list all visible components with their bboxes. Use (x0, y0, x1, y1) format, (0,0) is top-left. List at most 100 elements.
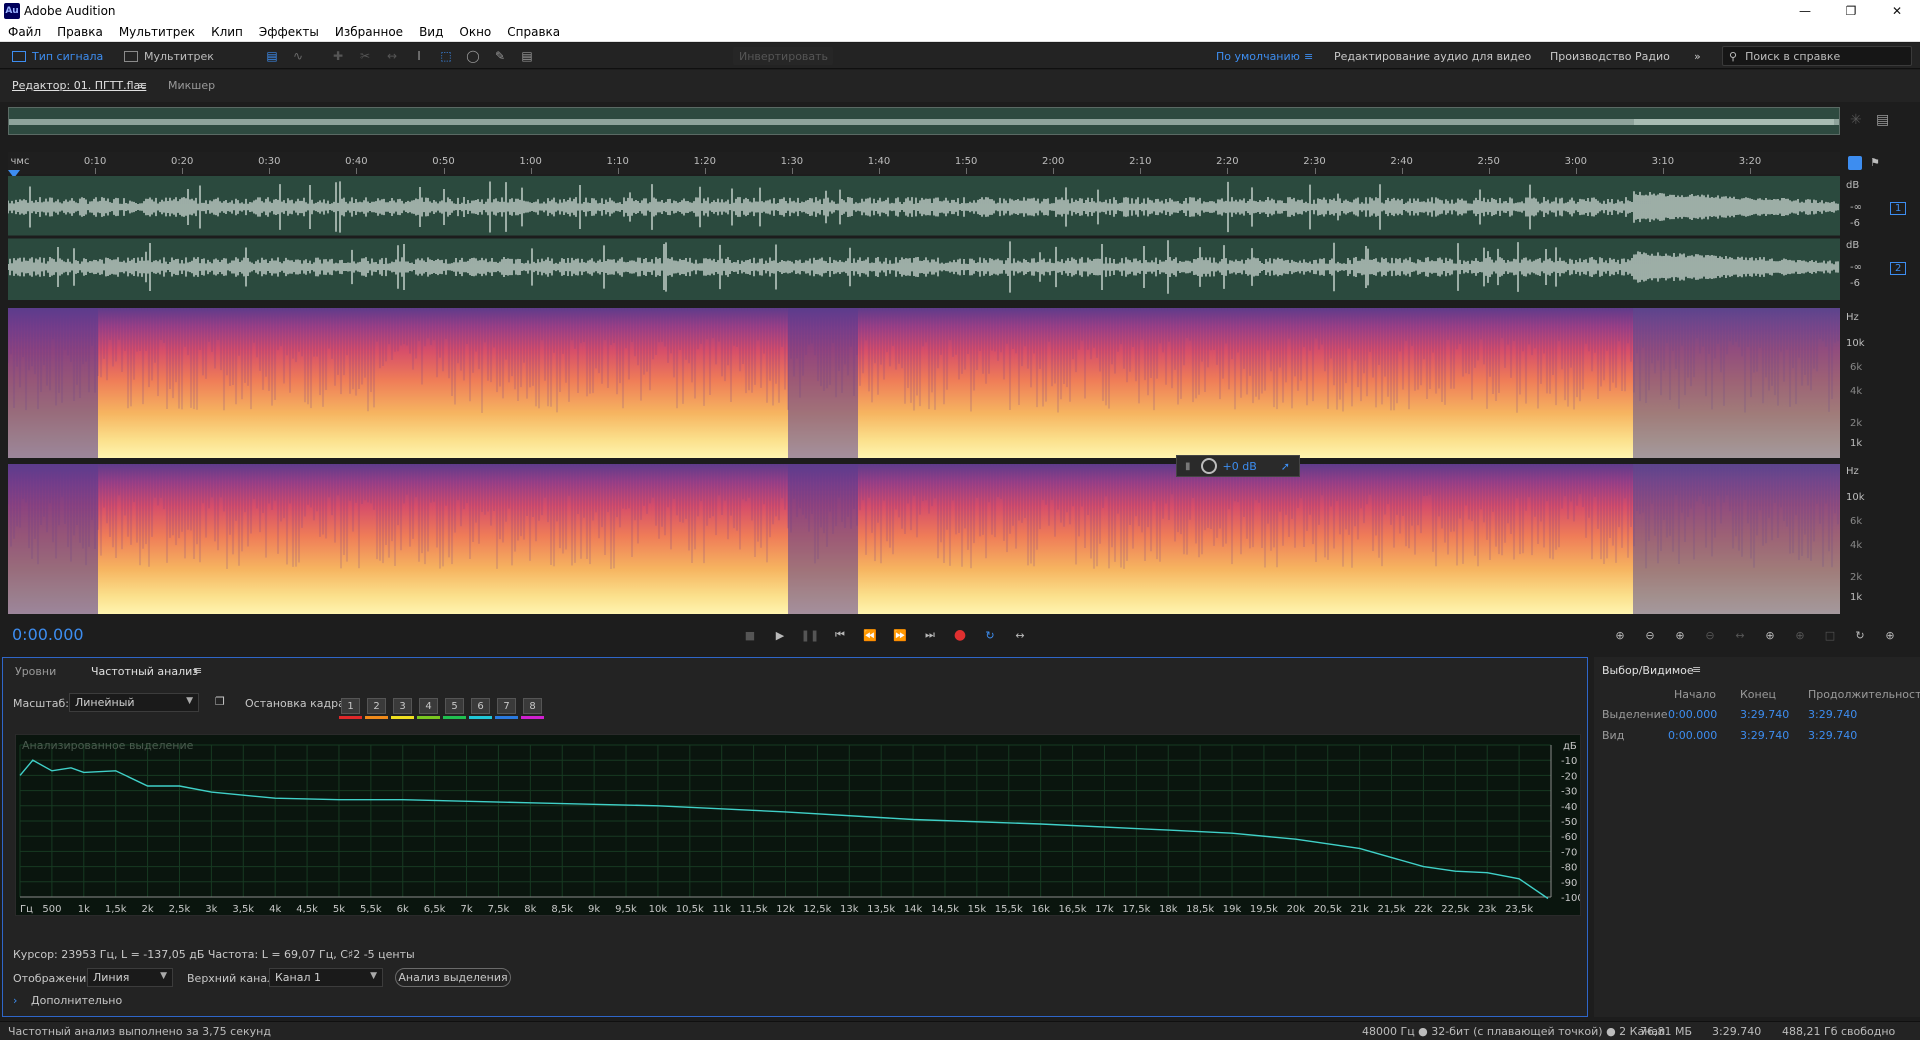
selection-end[interactable]: 3:29.740 (1740, 708, 1789, 721)
go-to-end-icon[interactable]: ⏭ (922, 627, 938, 643)
invert-button[interactable]: Инвертировать (733, 47, 833, 65)
volume-knob-icon[interactable] (1200, 458, 1217, 474)
play-icon[interactable]: ▶ (772, 627, 788, 643)
zoom-in-time-icon[interactable]: ⊕ (1672, 627, 1688, 643)
selection-start[interactable]: 0:00.000 (1668, 708, 1717, 721)
sel-panel-title[interactable]: Выбор/Видимое (1602, 664, 1694, 677)
timeline-ruler[interactable]: чмс 0:10 0:20 0:30 0:40 0:50 1:00 1:10 1:20 1:30… (8, 152, 1840, 174)
razor-tool-icon[interactable]: ✂ (357, 48, 373, 64)
fast-forward-icon[interactable]: ⏩ (892, 627, 908, 643)
zoom-reset-icon[interactable]: ✳ (1850, 112, 1862, 128)
menu-view[interactable]: Вид (411, 25, 451, 39)
analyze-selection-button[interactable]: Анализ выделения (395, 968, 511, 987)
close-icon[interactable]: ✕ (1874, 0, 1920, 22)
waveform-overview[interactable] (8, 107, 1840, 135)
editor-tab[interactable]: Редактор: 01. ПГТТ.flac (12, 79, 146, 92)
zoom-in-left-icon[interactable]: ⊕ (1762, 627, 1778, 643)
freeze-frame-button-3[interactable]: 3 (393, 698, 412, 714)
waveform-display[interactable] (8, 176, 1840, 300)
zoom-tracks-icon[interactable]: ⊕ (1882, 627, 1898, 643)
menu-clip[interactable]: Клип (203, 25, 251, 39)
freeze-frame-button-1[interactable]: 1 (341, 698, 360, 714)
freq-panel-menu-icon[interactable]: ≡ (193, 664, 202, 677)
menu-file[interactable]: Файл (0, 25, 49, 39)
slip-tool-icon[interactable]: ↔ (384, 48, 400, 64)
go-to-start-icon[interactable]: ⏮ (832, 627, 848, 643)
help-search-input[interactable]: ⚲ Поиск в справке (1722, 46, 1912, 66)
channel-2-toggle[interactable]: 2 (1890, 262, 1907, 275)
gain-value[interactable]: +0 dB (1223, 460, 1257, 473)
zoom-to-cursor-icon[interactable]: ↻ (1852, 627, 1868, 643)
time-display[interactable]: 0:00.000 (12, 625, 84, 644)
copy-icon[interactable]: ❐ (215, 695, 225, 708)
zoom-in-right-icon[interactable]: ⊕ (1792, 627, 1808, 643)
view-duration[interactable]: 3:29.740 (1808, 729, 1857, 742)
pause-icon[interactable]: ❚❚ (801, 627, 819, 643)
freeze-frame-button-8[interactable]: 8 (523, 698, 542, 714)
zoom-out-full-icon[interactable]: ↔ (1732, 627, 1748, 643)
menu-multitrack[interactable]: Мультитрек (111, 25, 203, 39)
channel-dropdown[interactable]: Канал 1 ▼ (269, 968, 383, 987)
col-start: Начало (1674, 688, 1717, 701)
snap-icon[interactable] (1848, 156, 1862, 170)
more-workspaces-icon[interactable]: » (1694, 47, 1701, 65)
loop-icon[interactable]: ↻ (982, 627, 998, 643)
menu-edit[interactable]: Правка (49, 25, 111, 39)
multitrack-mode-button[interactable]: Мультитрек (124, 47, 214, 65)
brush-tool-icon[interactable]: ✎ (492, 48, 508, 64)
time-selection-icon[interactable]: I (411, 48, 427, 64)
move-tool-icon[interactable]: ✚ (330, 48, 346, 64)
advanced-toggle[interactable]: Дополнительно (31, 994, 122, 1007)
skip-selection-icon[interactable]: ↔ (1012, 627, 1028, 643)
expand-chevron-icon[interactable]: › (13, 994, 17, 1007)
view-start[interactable]: 0:00.000 (1668, 729, 1717, 742)
marquee-tool-icon[interactable]: ⬚ (438, 48, 454, 64)
lasso-tool-icon[interactable]: ◯ (465, 48, 481, 64)
freeze-frame-button-7[interactable]: 7 (497, 698, 516, 714)
waveform-view-icon[interactable]: ▤ (264, 48, 280, 64)
channel-1-toggle[interactable]: 1 (1890, 202, 1907, 215)
zoom-out-time-icon[interactable]: ⊖ (1702, 627, 1718, 643)
zoom-in-amplitude-icon[interactable]: ⊕ (1612, 627, 1628, 643)
scale-dropdown[interactable]: Линейный ▼ (69, 693, 199, 712)
x-tick-label: 16,5k (1059, 904, 1087, 915)
mixer-tab[interactable]: Микшер (168, 79, 215, 92)
workspace-video[interactable]: Редактирование аудио для видео (1334, 47, 1531, 65)
display-dropdown[interactable]: Линия ▼ (87, 968, 173, 987)
zoom-selection-icon[interactable]: □ (1822, 627, 1838, 643)
freeze-frame-button-5[interactable]: 5 (445, 698, 464, 714)
waveform-mode-button[interactable]: Тип сигнала (12, 47, 103, 65)
freq-analysis-tab[interactable]: Частотный анализ (91, 665, 198, 678)
minimize-icon[interactable]: — (1782, 0, 1828, 22)
freeze-frame-button-4[interactable]: 4 (419, 698, 438, 714)
view-end[interactable]: 3:29.740 (1740, 729, 1789, 742)
workspace-menu-icon[interactable]: ≡ (1304, 47, 1313, 65)
frequency-graph[interactable]: дБ -10 -20 -30 -40 -50 -60 -70 -80 -90 -100 Гц 500 1k… (15, 734, 1584, 916)
menu-favorites[interactable]: Избранное (327, 25, 411, 39)
frequency-analysis-panel: Уровни Частотный анализ ≡ Масштаб: Линей… (2, 657, 1588, 1017)
menu-window[interactable]: Окно (451, 25, 499, 39)
maximize-icon[interactable]: ❐ (1828, 0, 1874, 22)
marker-pin-icon[interactable]: ⚑ (1870, 156, 1880, 169)
selection-duration[interactable]: 3:29.740 (1808, 708, 1857, 721)
menu-effects[interactable]: Эффекты (251, 25, 327, 39)
workspace-default[interactable]: По умолчанию (1216, 47, 1300, 65)
editor-tab-menu-icon[interactable]: ≡ (138, 79, 147, 92)
menu-help[interactable]: Справка (499, 25, 568, 39)
freeze-frame-button-2[interactable]: 2 (367, 698, 386, 714)
healing-tool-icon[interactable]: ▤ (519, 48, 535, 64)
sel-panel-menu-icon[interactable]: ≡ (1692, 663, 1701, 676)
stop-icon[interactable]: ■ (742, 627, 758, 643)
volume-hud[interactable]: ▮ +0 dB ➚ (1176, 455, 1300, 477)
spectral-display[interactable] (8, 308, 1840, 614)
levels-tab[interactable]: Уровни (15, 665, 56, 678)
panel-menu-icon[interactable]: ▤ (1876, 112, 1889, 128)
rewind-icon[interactable]: ⏪ (862, 627, 878, 643)
pin-icon[interactable]: ➚ (1281, 460, 1290, 473)
freeze-frame-button-6[interactable]: 6 (471, 698, 490, 714)
workspace-radio[interactable]: Производство Радио (1550, 47, 1670, 65)
record-icon[interactable]: ● (952, 627, 968, 643)
zoom-out-amplitude-icon[interactable]: ⊖ (1642, 627, 1658, 643)
spectral-view-icon[interactable]: ∿ (290, 48, 306, 64)
x-tick-label: 10k (649, 904, 668, 915)
